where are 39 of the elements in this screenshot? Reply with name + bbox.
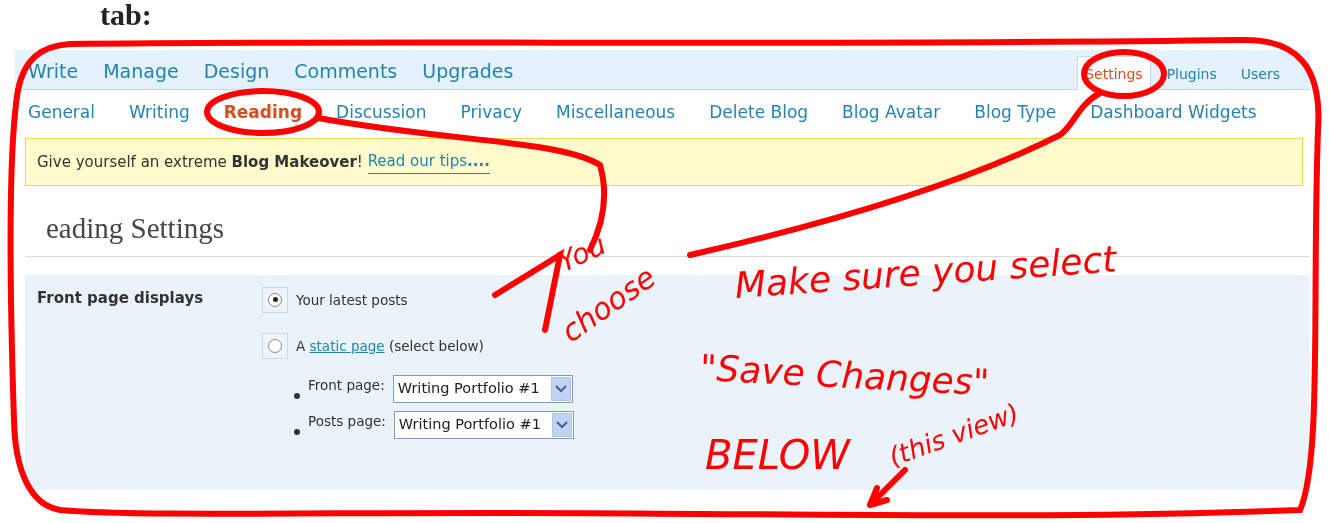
- select-label: Front page:: [308, 375, 385, 395]
- select-label: Posts page:: [308, 411, 386, 431]
- nav-link-item[interactable]: Upgrades: [422, 62, 514, 81]
- chevron-down-icon: [554, 384, 567, 393]
- subnav-link[interactable]: Privacy: [460, 104, 523, 138]
- handwritten-note: (this view): [885, 399, 1023, 471]
- nav-link-item[interactable]: Manage: [103, 62, 179, 81]
- option-label: Your latest posts: [296, 290, 408, 310]
- chevron-down-icon: [555, 420, 568, 429]
- handwritten-note: BELOW: [705, 435, 850, 475]
- bullet-icon: [294, 392, 300, 399]
- subnav-link[interactable]: Writing: [129, 104, 190, 138]
- nav-tab[interactable]: Users: [1232, 56, 1288, 90]
- static-page-link[interactable]: static page: [309, 337, 385, 354]
- radio-button[interactable]: [268, 338, 282, 353]
- nav-link-item[interactable]: Write: [28, 62, 79, 81]
- nav-tab[interactable]: Plugins: [1158, 56, 1225, 90]
- dropdown-field[interactable]: Writing Portfolio #1: [392, 374, 573, 403]
- subnav-link[interactable]: General: [28, 104, 95, 138]
- nav-link-item[interactable]: Comments: [294, 62, 398, 81]
- subnav-link[interactable]: Miscellaneous: [556, 104, 676, 138]
- nav-link-item[interactable]: Design: [203, 62, 270, 81]
- notice-text: Give yourself an extreme Blog Makeover!: [37, 151, 363, 173]
- handwritten-note: "Save Changes": [699, 350, 991, 402]
- subnav-link[interactable]: Discussion: [336, 104, 427, 138]
- radio-button[interactable]: [268, 292, 282, 307]
- subnav-link[interactable]: Dashboard Widgets: [1090, 104, 1257, 138]
- subnav-link[interactable]: Delete Blog: [709, 104, 809, 138]
- field-label: Front page displays: [37, 287, 205, 309]
- subnav-link[interactable]: Blog Type: [974, 104, 1057, 138]
- handwritten-note: Make sure you select: [733, 241, 1118, 304]
- tips-link[interactable]: Read our tips....: [367, 150, 490, 174]
- dropdown-field[interactable]: Writing Portfolio #1: [393, 410, 574, 439]
- option-label: A static page (select below): [296, 336, 484, 356]
- subnav-link[interactable]: Reading: [223, 104, 303, 138]
- caption-text: tab:: [100, 0, 152, 30]
- arrow-mark: [867, 467, 908, 508]
- bullet-icon: [294, 428, 300, 435]
- subnav-link[interactable]: Blog Avatar: [842, 104, 941, 138]
